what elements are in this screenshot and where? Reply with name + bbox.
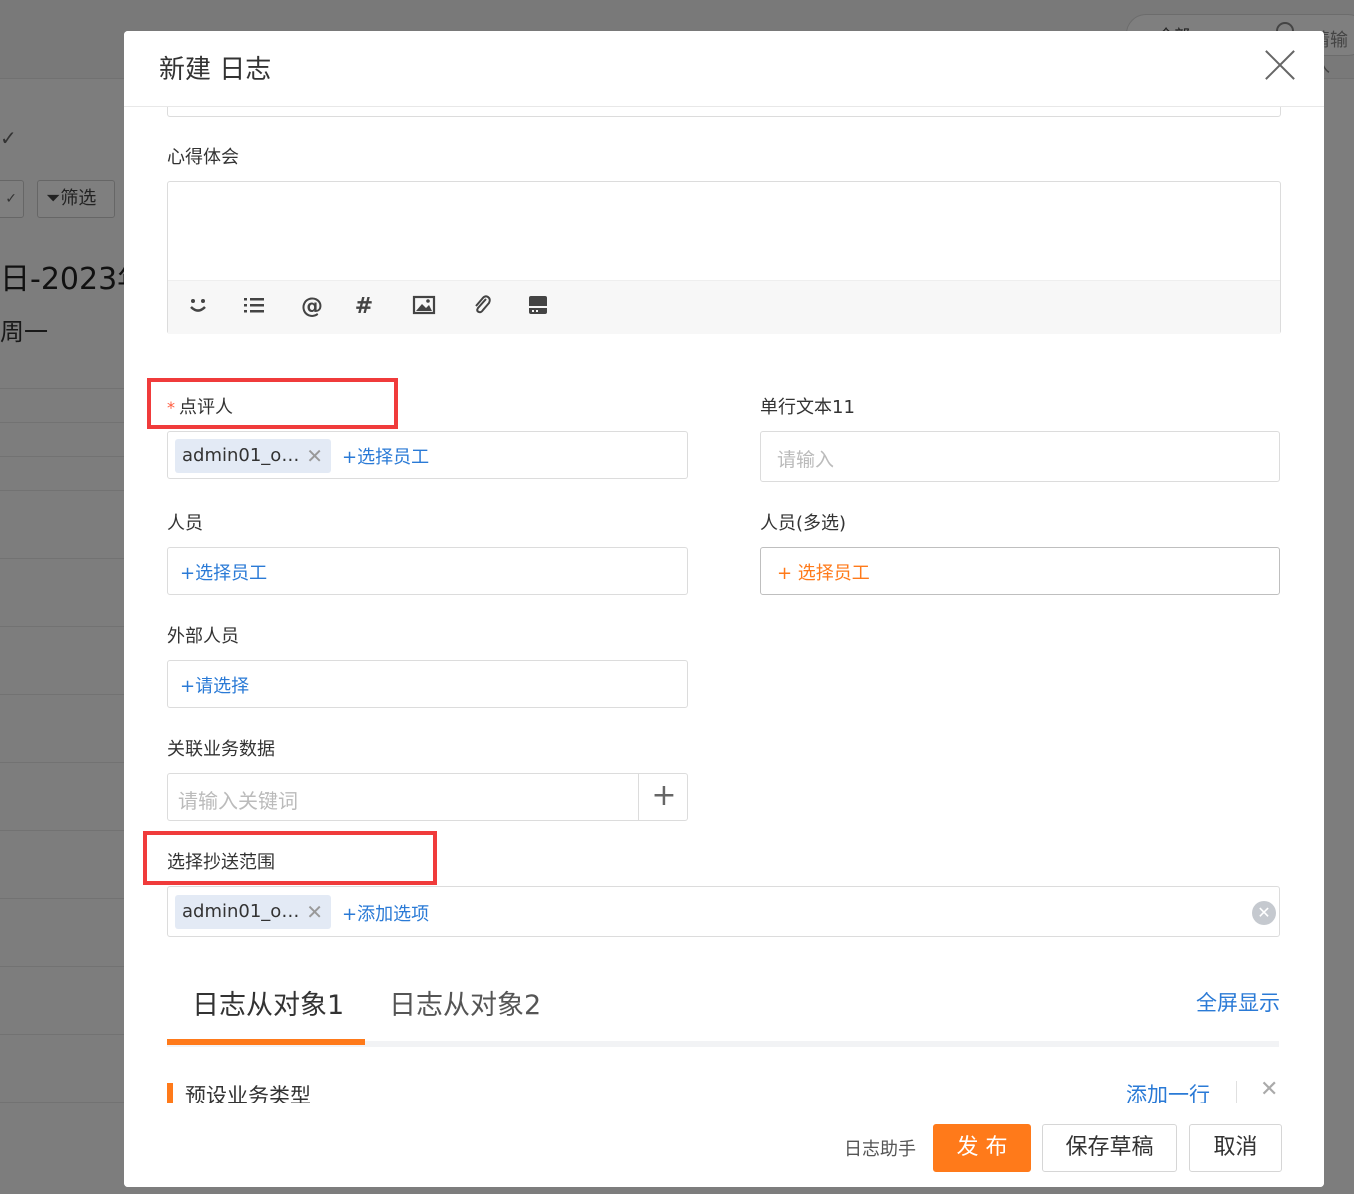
tab-log-sub-object-2[interactable]: 日志从对象2 <box>389 983 541 1022</box>
close-icon[interactable]: ✕ <box>1260 1077 1278 1102</box>
add-row-button[interactable]: 添加一行 <box>1126 1079 1210 1103</box>
person-multi-selector[interactable]: + 选择员工 <box>760 547 1280 595</box>
section-accent-bar <box>167 1083 173 1103</box>
editor-toolbar: @ # <box>168 280 1280 334</box>
drive-icon[interactable] <box>524 293 552 321</box>
emoji-icon[interactable] <box>184 293 212 321</box>
reviewer-select-employee-link[interactable]: +选择员工 <box>342 443 429 469</box>
dialog-header: 新建 日志 <box>124 31 1324 107</box>
person-selector[interactable]: +选择员工 <box>167 547 688 595</box>
remove-tag-icon[interactable]: ✕ <box>306 895 323 929</box>
log-assistant-link[interactable]: 日志助手 <box>844 1135 916 1161</box>
dialog-footer: 日志助手 发 布 保存草稿 取消 <box>124 1103 1324 1187</box>
person-select-employee-link[interactable]: +选择员工 <box>180 559 267 585</box>
section-divider <box>1236 1081 1237 1103</box>
single-text-placeholder: 请输入 <box>777 449 835 471</box>
active-tab-indicator <box>167 1039 365 1045</box>
reviewer-selector[interactable]: admin01_ob... ✕ +选择员工 <box>167 431 688 479</box>
insight-text-area[interactable] <box>168 182 1280 280</box>
person-label: 人员 <box>167 513 203 534</box>
single-text-input[interactable]: 请输入 <box>760 431 1280 482</box>
cc-scope-tag-text: admin01_ob... <box>182 901 300 922</box>
save-draft-button[interactable]: 保存草稿 <box>1042 1124 1177 1172</box>
reviewer-tag: admin01_ob... ✕ <box>175 439 331 473</box>
cc-scope-add-option-link[interactable]: +添加选项 <box>342 900 429 926</box>
single-text-label: 单行文本11 <box>760 397 855 418</box>
related-data-label: 关联业务数据 <box>167 739 275 760</box>
attachment-icon[interactable] <box>468 293 496 321</box>
hashtag-icon[interactable]: # <box>350 293 378 321</box>
related-data-placeholder[interactable]: 请输入关键词 <box>178 785 298 814</box>
dialog-body[interactable]: 心得体会 @ # * 点评人 admin01_ob... ✕ +选择员工 单行文… <box>124 107 1324 1103</box>
close-icon[interactable] <box>1262 47 1298 83</box>
publish-button[interactable]: 发 布 <box>933 1124 1031 1172</box>
cc-scope-selector[interactable]: admin01_ob... ✕ +添加选项 ✕ <box>167 886 1280 937</box>
external-person-label: 外部人员 <box>167 626 239 647</box>
section-title: 预设业务类型 <box>185 1084 311 1103</box>
add-related-data-button[interactable]: + <box>638 774 689 820</box>
cancel-button[interactable]: 取消 <box>1189 1124 1282 1172</box>
reviewer-highlight-box <box>147 378 398 429</box>
fullscreen-link[interactable]: 全屏显示 <box>1196 987 1280 1017</box>
mention-icon[interactable]: @ <box>298 293 326 321</box>
person-multi-select-employee-link[interactable]: + 选择员工 <box>777 559 870 585</box>
reviewer-tag-text: admin01_ob... <box>182 445 300 466</box>
insight-editor: @ # <box>167 181 1281 334</box>
cc-scope-highlight-box <box>143 831 437 885</box>
insight-label: 心得体会 <box>167 147 239 168</box>
image-icon[interactable] <box>410 293 438 321</box>
list-icon[interactable] <box>240 293 268 321</box>
tab-log-sub-object-1[interactable]: 日志从对象1 <box>192 983 344 1022</box>
clear-icon[interactable]: ✕ <box>1252 901 1276 925</box>
remove-tag-icon[interactable]: ✕ <box>306 439 323 473</box>
person-multi-label: 人员(多选) <box>760 513 847 534</box>
external-person-selector[interactable]: +请选择 <box>167 660 688 708</box>
new-log-dialog: 新建 日志 心得体会 @ # * 点评人 admin01_ob... ✕ +选择… <box>124 31 1324 1187</box>
previous-field-edge <box>167 107 1281 117</box>
cc-scope-tag: admin01_ob... ✕ <box>175 895 331 929</box>
external-person-select-link[interactable]: +请选择 <box>180 672 249 698</box>
related-data-field: 请输入关键词 + <box>167 773 688 821</box>
dialog-title: 新建 日志 <box>159 55 272 85</box>
